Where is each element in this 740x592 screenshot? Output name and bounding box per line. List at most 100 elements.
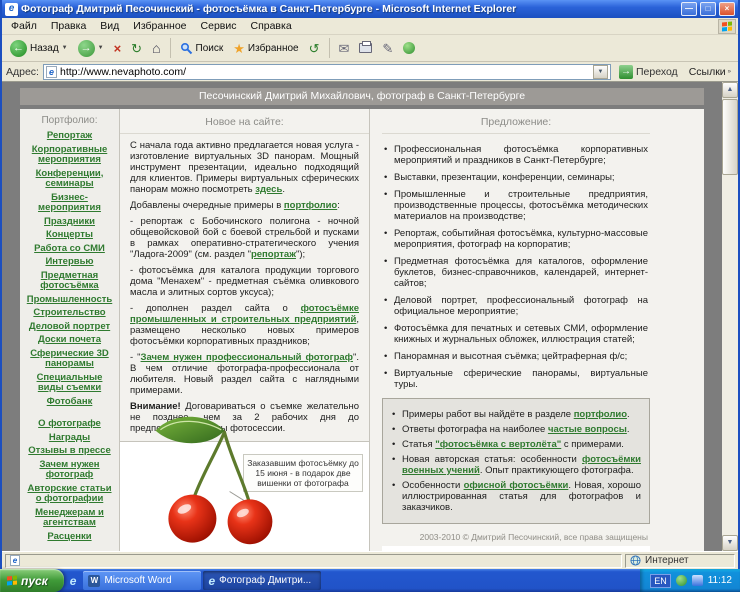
sidebar-link[interactable]: Специальные виды съемки — [24, 373, 115, 394]
sidebar-link[interactable]: Конференции, семинары — [24, 169, 115, 190]
sidebar-link[interactable]: Бизнес-мероприятия — [24, 193, 115, 214]
inline-link[interactable]: Зачем нужен профессиональный фотограф — [141, 352, 353, 363]
inline-link[interactable]: репортаж — [251, 249, 296, 260]
sidebar-link[interactable]: Строительство — [24, 308, 115, 319]
desktop-screen: e Фотограф Дмитрий Песочинский - фотосъё… — [0, 0, 740, 592]
sidebar-link[interactable]: Менеджерам и агентствам — [24, 508, 115, 529]
status-zone-label: Интернет — [645, 555, 689, 566]
back-button[interactable]: ← Назад ▼ — [6, 38, 72, 59]
offer-item: Фотосъёмка для печатных и сетевых СМИ, о… — [382, 323, 648, 345]
go-button[interactable]: → Переход — [615, 64, 682, 80]
menu-item[interactable]: Справка — [243, 19, 298, 33]
offers-column: Предложение: Профессиональная фотосъёмка… — [370, 109, 704, 551]
tray-status-icon[interactable] — [676, 575, 687, 586]
sidebar-link[interactable]: Концерты — [24, 230, 115, 241]
scrollbar-thumb[interactable] — [722, 99, 738, 175]
sidebar-link[interactable]: Деловой портрет — [24, 322, 115, 333]
vertical-scrollbar[interactable]: ▲ ▼ — [722, 82, 738, 551]
refresh-icon: ↻ — [131, 42, 142, 55]
sidebar-link[interactable]: Корпоративные мероприятия — [24, 145, 115, 166]
system-tray: EN 11:12 — [640, 569, 740, 592]
menu-item[interactable]: Правка — [44, 19, 93, 33]
close-button[interactable]: × — [719, 2, 735, 16]
go-label: Переход — [636, 66, 678, 78]
cherries-image — [126, 413, 318, 549]
address-input-wrap: e ▼ — [43, 64, 611, 80]
sidebar-link[interactable]: Авторские статьи о фотографии — [24, 484, 115, 505]
print-button[interactable] — [355, 41, 376, 55]
sidebar-link[interactable]: Репортаж — [24, 131, 115, 142]
sidebar-link[interactable]: О фотографе — [24, 419, 115, 430]
menu-item[interactable]: Сервис — [194, 19, 244, 33]
stop-button[interactable]: × — [110, 40, 126, 57]
inline-link[interactable]: офисной фотосъёмки — [464, 480, 569, 491]
sidebar-link[interactable]: Праздники — [24, 217, 115, 228]
maximize-button[interactable]: □ — [700, 2, 716, 16]
sidebar-link[interactable]: Сферические 3D панорамы — [24, 349, 115, 370]
forward-dropdown-icon[interactable]: ▼ — [98, 45, 104, 51]
titlebar: e Фотограф Дмитрий Песочинский - фотосъё… — [2, 0, 738, 18]
sidebar-link[interactable]: Работа со СМИ — [24, 244, 115, 255]
links-menu[interactable]: Ссылки » — [686, 66, 734, 78]
sidebar-group-about: О фотографе Награды Отзывы в прессе Зачем н… — [24, 419, 115, 542]
infobox-item: Новая авторская статья: особенности фото… — [391, 454, 641, 476]
offer-item: Предметная фотосъёмка для каталогов, офо… — [382, 256, 648, 289]
news-paragraph: - дополнен раздел сайта о фотосъёмке про… — [130, 303, 359, 347]
sidebar-link[interactable]: Отзывы в прессе — [24, 446, 115, 457]
statusbar: e Интернет — [2, 551, 738, 569]
sidebar-link[interactable]: Расценки — [24, 532, 115, 543]
inline-link[interactable]: "фотосъёмка с вертолёта" — [435, 439, 561, 450]
sidebar-link[interactable]: Интервью — [24, 257, 115, 268]
offer-item: Промышленные и строительные предприятия,… — [382, 189, 648, 222]
sidebar-link[interactable]: Промышленность — [24, 295, 115, 306]
page-columns: Портфолио: РепортажКорпоративные меропри… — [20, 109, 704, 551]
menu-item[interactable]: Файл — [4, 19, 44, 33]
inline-link[interactable]: здесь — [255, 184, 282, 195]
minimize-button[interactable]: — — [681, 2, 697, 16]
sidebar-link[interactable]: Предметная фотосъёмка — [24, 271, 115, 292]
inline-link[interactable]: портфолио — [284, 200, 337, 211]
taskbar: пуск e W Microsoft Word e Фотограф Дмитр… — [0, 569, 740, 592]
favorites-button[interactable]: ★ Избранное — [229, 40, 302, 57]
mail-icon: ✉ — [339, 42, 350, 55]
taskbar-task-word[interactable]: W Microsoft Word — [83, 571, 201, 590]
news-paragraph: - фотосъёмка для каталога продукции торг… — [130, 265, 359, 298]
start-button[interactable]: пуск — [0, 569, 64, 592]
window-title: Фотограф Дмитрий Песочинский - фотосъёмк… — [21, 3, 678, 15]
task-label: Фотограф Дмитри... — [219, 575, 311, 586]
offer-item: Выставки, презентации, конференции, семи… — [382, 172, 648, 183]
refresh-button[interactable]: ↻ — [127, 40, 146, 57]
back-icon: ← — [10, 40, 27, 57]
scroll-up-button[interactable]: ▲ — [722, 82, 738, 98]
tray-network-icon[interactable] — [692, 575, 703, 586]
search-button[interactable]: Поиск — [176, 40, 228, 57]
edit-button[interactable]: ✎ — [378, 40, 397, 57]
sidebar-link[interactable]: Награды — [24, 433, 115, 444]
status-main-panel: e — [5, 554, 622, 568]
sidebar-link[interactable]: Фотобанк — [24, 397, 115, 408]
menubar: ФайлПравкаВидИзбранноеСервисСправка — [2, 18, 738, 35]
inline-link[interactable]: портфолио — [574, 409, 627, 420]
sidebar-link[interactable]: Зачем нужен фотограф — [24, 460, 115, 481]
page-favicon: e — [46, 66, 57, 78]
mail-button[interactable]: ✉ — [335, 40, 354, 57]
sidebar-link[interactable]: Доски почета — [24, 335, 115, 346]
scroll-down-button[interactable]: ▼ — [722, 535, 738, 551]
taskbar-task-ie[interactable]: e Фотограф Дмитри... — [203, 571, 321, 590]
forward-button[interactable]: → ▼ — [74, 38, 108, 59]
messenger-button[interactable] — [399, 40, 419, 56]
menu-item[interactable]: Вид — [93, 19, 126, 33]
address-dropdown-icon[interactable]: ▼ — [593, 65, 608, 79]
menu-item[interactable]: Избранное — [126, 19, 193, 33]
inline-link[interactable]: частые вопросы — [548, 424, 627, 435]
go-arrow-icon: → — [619, 65, 633, 79]
windows-flag-icon — [7, 575, 17, 585]
address-label: Адрес: — [6, 66, 39, 78]
language-indicator[interactable]: EN — [650, 574, 671, 588]
quick-launch: e — [64, 569, 83, 592]
home-button[interactable]: ⌂ — [148, 40, 164, 57]
quick-launch-ie-icon[interactable]: e — [70, 574, 77, 588]
address-input[interactable] — [60, 66, 590, 78]
history-button[interactable]: ↺ — [305, 40, 324, 57]
back-dropdown-icon[interactable]: ▼ — [62, 45, 68, 51]
